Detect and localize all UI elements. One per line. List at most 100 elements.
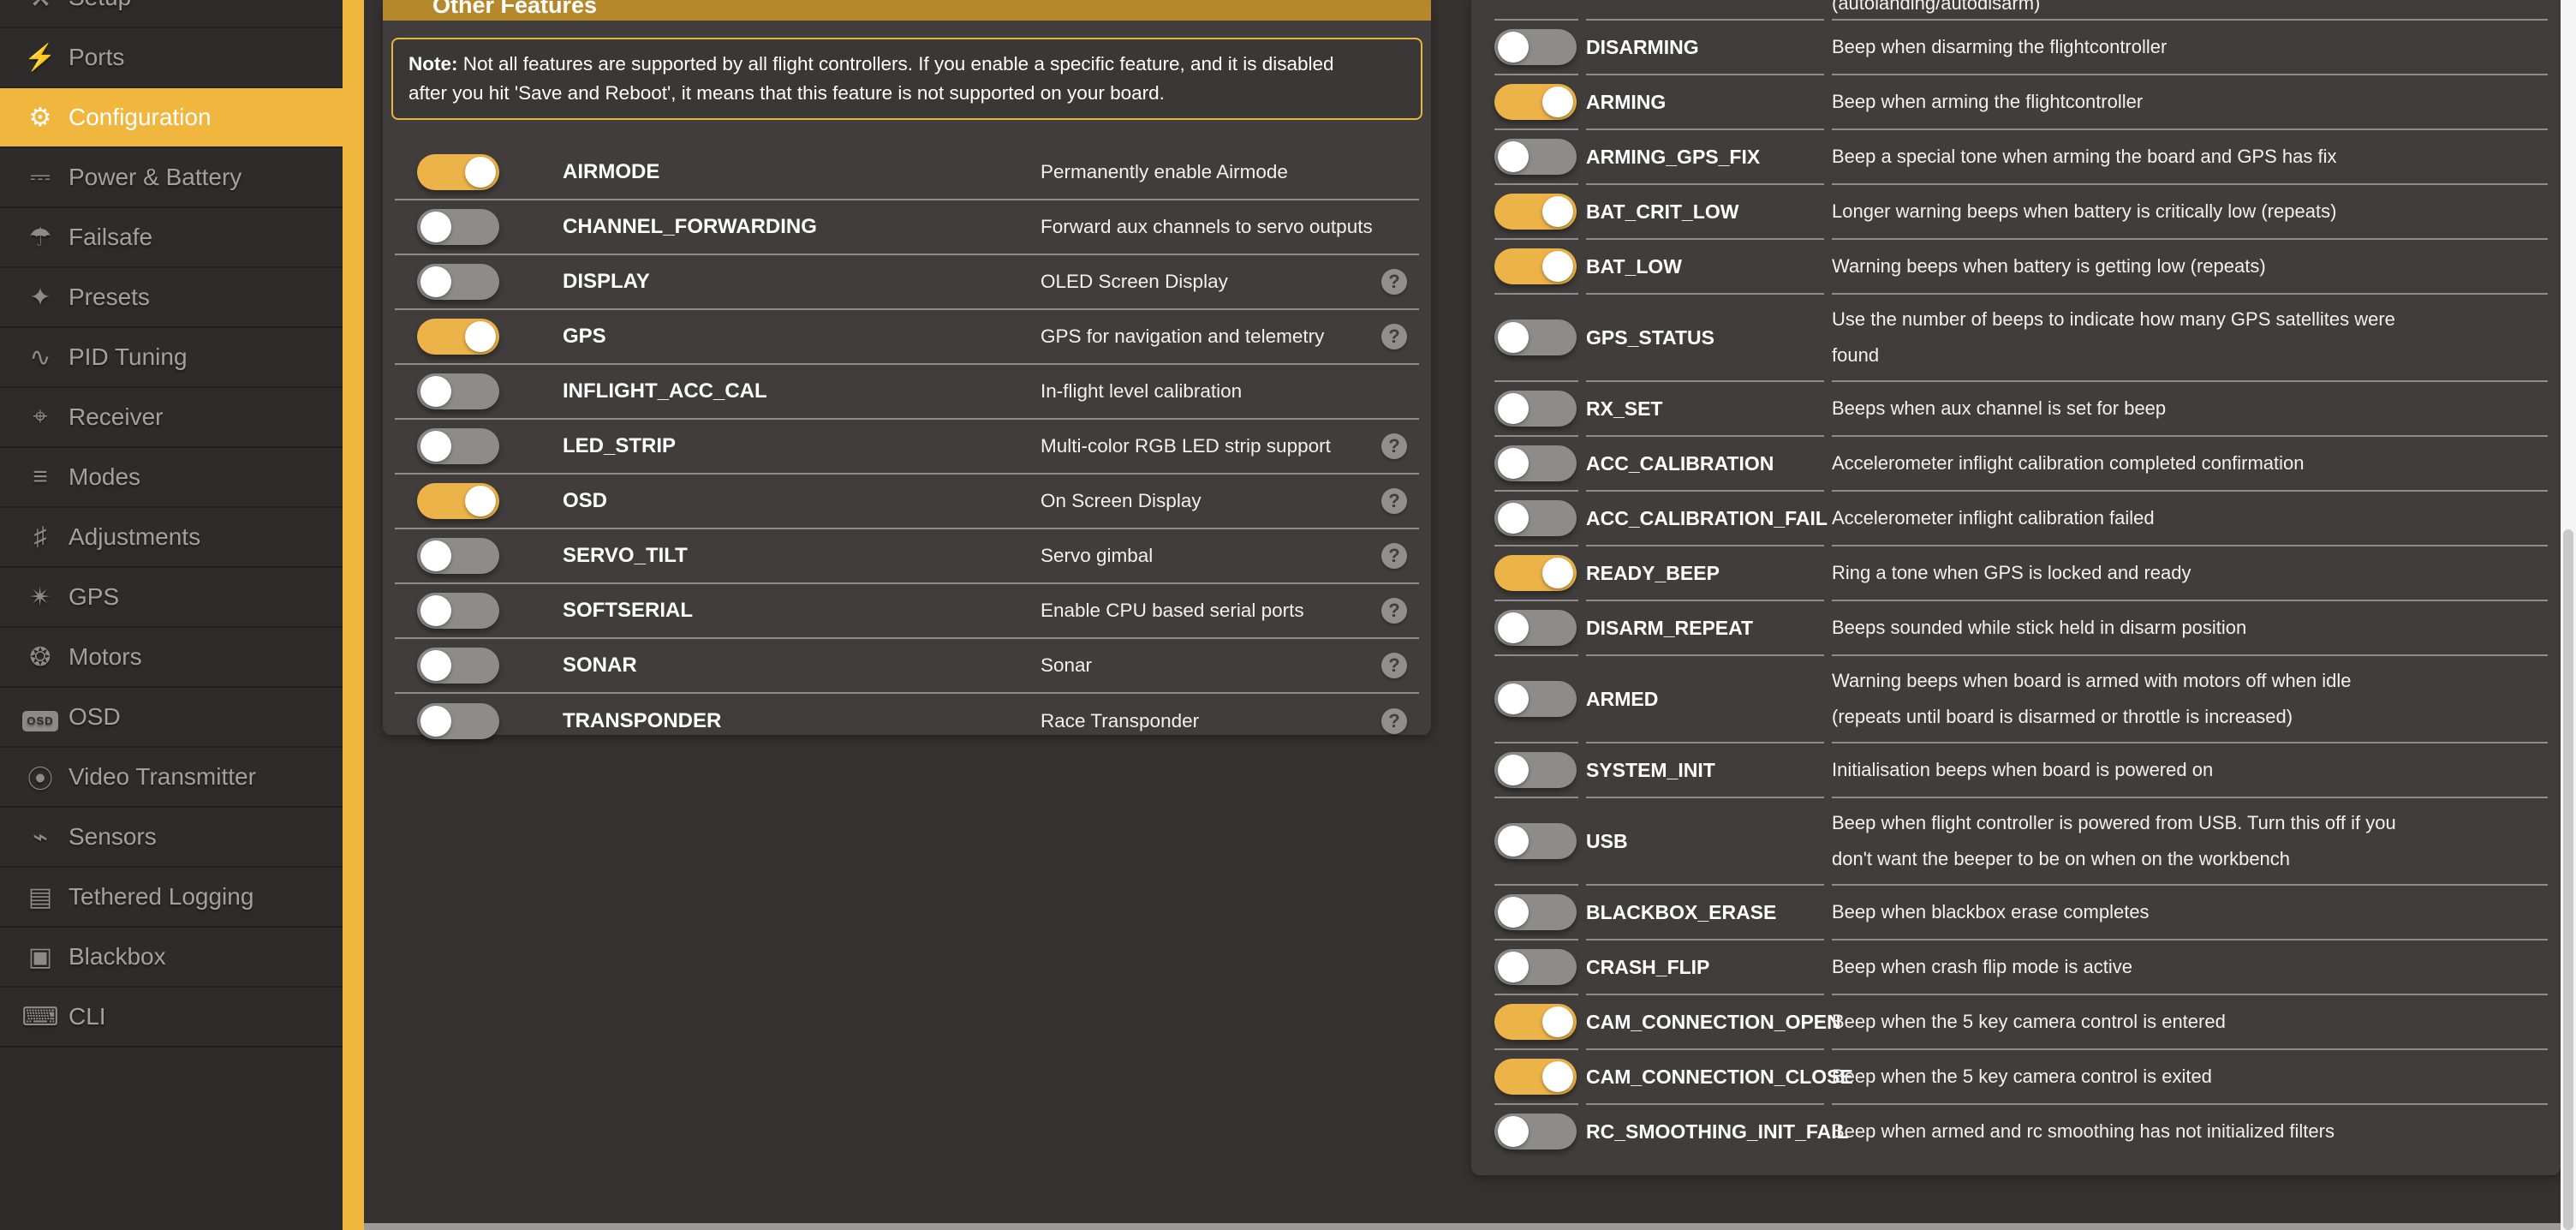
sidebar-item-blackbox[interactable]: ▣Blackbox	[0, 928, 343, 988]
beeper-description: Initialisation beeps when board is power…	[1832, 742, 2548, 797]
toggle-system-init[interactable]	[1494, 752, 1577, 788]
beeper-toggle-cell	[1494, 545, 1578, 600]
toggle-rx-set[interactable]	[1494, 391, 1577, 427]
sensors-icon: ⌁	[21, 822, 60, 852]
sidebar-item-video-transmitter[interactable]: ⦿Video Transmitter	[0, 748, 343, 808]
sidebar-item-failsafe[interactable]: ☂Failsafe	[0, 208, 343, 268]
toggle-blackbox-erase[interactable]	[1494, 894, 1577, 930]
help-icon[interactable]: ?	[1381, 433, 1407, 459]
feature-description: Permanently enable Airmode	[1041, 161, 1288, 183]
sidebar-item-motors[interactable]: ❂Motors	[0, 628, 343, 688]
beeper-toggle-cell	[1494, 797, 1578, 884]
toggle-arming[interactable]	[1494, 84, 1577, 120]
feature-description: GPS for navigation and telemetry	[1041, 325, 1324, 348]
feature-row: CHANNEL_FORWARDINGForward aux channels t…	[395, 200, 1419, 255]
beeper-description: Accelerometer inflight calibration compl…	[1832, 435, 2548, 490]
toggle-knob	[1498, 393, 1529, 424]
cli-icon: ⌨	[21, 1002, 60, 1032]
feature-row: SONARSonar?	[395, 639, 1419, 694]
toggle-transponder[interactable]	[417, 703, 499, 739]
beeper-toggle-cell	[1494, 435, 1578, 490]
toggle-arming-gps-fix[interactable]	[1494, 139, 1577, 175]
toggle-armed[interactable]	[1494, 681, 1577, 717]
toggle-servo-tilt[interactable]	[417, 538, 499, 574]
beeper-name: ARMING_GPS_FIX	[1586, 128, 1824, 183]
sidebar-item-label: CLI	[69, 1003, 106, 1030]
help-icon[interactable]: ?	[1381, 653, 1407, 678]
toggle-usb[interactable]	[1494, 823, 1577, 859]
toggle-cam-connection-open[interactable]	[1494, 1004, 1577, 1040]
toggle-osd[interactable]	[417, 483, 499, 519]
osd-icon: OSD	[21, 702, 60, 731]
toggle-bat-crit-low[interactable]	[1494, 194, 1577, 230]
toggle-display[interactable]	[417, 264, 499, 300]
toggle-knob	[1498, 1116, 1529, 1147]
sidebar-item-ports[interactable]: ⚡Ports	[0, 28, 343, 88]
beeper-description: Beep when armed and rc smoothing has not…	[1832, 1103, 2548, 1158]
beeper-name: ARMED	[1586, 654, 1824, 742]
help-icon[interactable]: ?	[1381, 488, 1407, 514]
sidebar-item-setup[interactable]: ⚒Setup	[0, 0, 343, 28]
beeper-description-line: don't want the beeper to be on when on t…	[1832, 841, 2548, 877]
toggle-crash-flip[interactable]	[1494, 949, 1577, 985]
help-icon[interactable]: ?	[1381, 708, 1407, 734]
feature-description: Sonar	[1041, 654, 1092, 677]
feature-description: Forward aux channels to servo outputs	[1041, 216, 1373, 238]
toggle-airmode[interactable]	[417, 154, 499, 190]
beeper-description-line: Warning beeps when board is armed with m…	[1832, 663, 2548, 699]
sidebar-item-pid-tuning[interactable]: ∿PID Tuning	[0, 328, 343, 388]
toggle-gps-status[interactable]	[1494, 319, 1577, 355]
beeper-toggle-cell	[1494, 74, 1578, 128]
osd-icon-badge: OSD	[22, 711, 58, 731]
feature-name: GPS	[563, 325, 606, 349]
toggle-knob	[1498, 612, 1529, 643]
sidebar-item-configuration[interactable]: ⚙Configuration	[0, 88, 343, 148]
toggle-softserial[interactable]	[417, 593, 499, 629]
toggle-gps[interactable]	[417, 319, 499, 355]
beeper-name: DISARM_REPEAT	[1586, 600, 1824, 654]
sidebar-item-label: Power & Battery	[69, 164, 242, 191]
sidebar-item-osd[interactable]: OSDOSD	[0, 688, 343, 748]
help-icon[interactable]: ?	[1381, 269, 1407, 295]
toggle-knob	[1498, 503, 1529, 534]
toggle-acc-calibration-fail[interactable]	[1494, 500, 1577, 536]
feature-name: TRANSPONDER	[563, 709, 721, 733]
toggle-led-strip[interactable]	[417, 428, 499, 464]
toggle-knob	[420, 650, 451, 681]
toggle-channel-forwarding[interactable]	[417, 209, 499, 245]
toggle-acc-calibration[interactable]	[1494, 445, 1577, 481]
beeper-name: BAT_CRIT_LOW	[1586, 183, 1824, 238]
sidebar-item-gps[interactable]: ✴GPS	[0, 568, 343, 628]
toggle-sonar[interactable]	[417, 648, 499, 684]
sidebar-item-label: Configuration	[69, 104, 212, 131]
sidebar-item-adjustments[interactable]: ♯Adjustments	[0, 508, 343, 568]
sidebar-item-modes[interactable]: ≡Modes	[0, 448, 343, 508]
beeper-row: RX_SETBeeps when aux channel is set for …	[1494, 380, 2548, 435]
sidebar-item-receiver[interactable]: ⌖Receiver	[0, 388, 343, 448]
beeper-name: GPS_STATUS	[1586, 293, 1824, 380]
beeper-row: GPS_STATUSUse the number of beeps to ind…	[1494, 293, 2548, 380]
sidebar-item-cli[interactable]: ⌨ CLI	[0, 988, 343, 1048]
beeper-description: Warning beeps when battery is getting lo…	[1832, 238, 2548, 293]
sidebar-item-power-battery[interactable]: ⎓Power & Battery	[0, 148, 343, 208]
beeper-row: CAM_CONNECTION_OPENBeep when the 5 key c…	[1494, 994, 2548, 1048]
sidebar-item-tethered-logging[interactable]: ▤Tethered Logging	[0, 868, 343, 928]
toggle-cam-connection-close[interactable]	[1494, 1059, 1577, 1095]
help-icon[interactable]: ?	[1381, 543, 1407, 569]
toggle-bat-low[interactable]	[1494, 248, 1577, 284]
toggle-disarming[interactable]	[1494, 29, 1577, 65]
scrollbar-thumb[interactable]	[2563, 529, 2573, 1230]
sidebar-item-presets[interactable]: ✦Presets	[0, 268, 343, 328]
beeper-description-line: Beep when arming the flightcontroller	[1832, 91, 2548, 113]
toggle-ready-beep[interactable]	[1494, 555, 1577, 591]
scrollbar-track[interactable]	[2561, 0, 2576, 1230]
sidebar-item-sensors[interactable]: ⌁Sensors	[0, 808, 343, 868]
toggle-inflight-acc-cal[interactable]	[417, 373, 499, 409]
feature-name: INFLIGHT_ACC_CAL	[563, 379, 767, 403]
help-icon[interactable]: ?	[1381, 598, 1407, 624]
help-icon[interactable]: ?	[1381, 324, 1407, 349]
toggle-disarm-repeat[interactable]	[1494, 610, 1577, 646]
beeper-toggle-cell	[1494, 490, 1578, 545]
beeper-row: RC_SMOOTHING_INIT_FAILBeep when armed an…	[1494, 1103, 2548, 1158]
toggle-rc-smoothing-init-fail[interactable]	[1494, 1114, 1577, 1149]
